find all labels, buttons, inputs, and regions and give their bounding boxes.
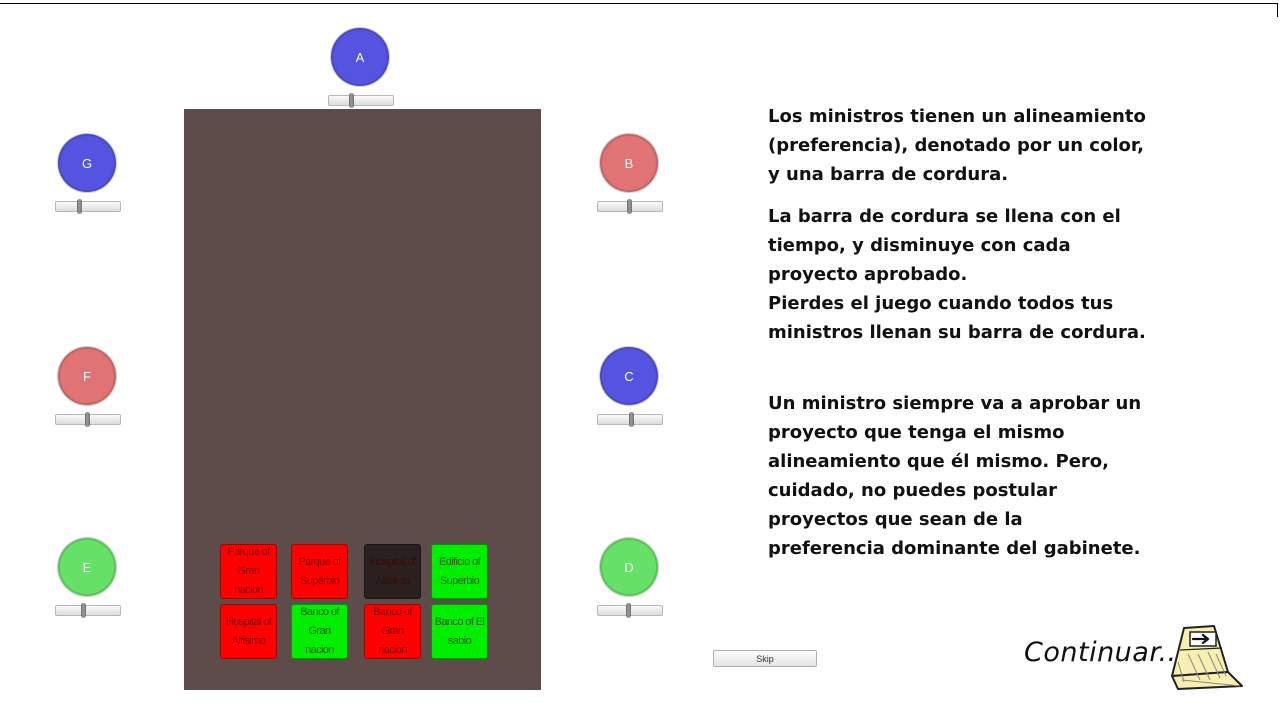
sanity-bar[interactable] — [328, 93, 394, 108]
continue-label[interactable]: Continuar... — [1024, 637, 1186, 668]
minister-avatar[interactable]: G — [58, 134, 116, 192]
minister-e: E — [55, 538, 121, 628]
minister-d: D — [597, 538, 663, 628]
sanity-bar[interactable] — [597, 412, 663, 427]
sanity-bar[interactable] — [55, 199, 121, 214]
minister-g: G — [55, 134, 121, 224]
arrow-right-icon[interactable] — [1170, 620, 1246, 692]
sanity-bar-handle[interactable] — [629, 412, 635, 427]
minister-a: A — [328, 28, 394, 118]
project-card[interactable]: Banco of Gran nacion — [364, 604, 421, 659]
sanity-bar[interactable] — [597, 603, 663, 618]
minister-avatar[interactable]: F — [58, 347, 116, 405]
project-board: Parque of Gran nacion Parque of Superbio H… — [184, 109, 541, 690]
minister-avatar[interactable]: B — [600, 134, 658, 192]
instructions-alignment: Los ministros tienen un alineamiento (pr… — [768, 106, 1146, 185]
minister-avatar[interactable]: E — [58, 538, 116, 596]
minister-f: F — [55, 347, 121, 437]
sanity-bar-handle[interactable] — [80, 603, 86, 618]
project-card[interactable]: Banco of Gran nacion — [291, 604, 348, 659]
instructions-sanity: La barra de cordura se llena con el tiem… — [768, 206, 1146, 343]
sanity-bar[interactable] — [55, 603, 121, 618]
project-card[interactable]: Edificio of Superbio — [431, 544, 488, 599]
instructions-panel: Los ministros tienen un alineamiento (pr… — [768, 102, 1188, 563]
skip-button[interactable]: Skip — [713, 650, 817, 667]
sanity-bar-handle[interactable] — [349, 93, 355, 108]
minister-avatar[interactable]: A — [331, 28, 389, 86]
window-frame-top — [0, 3, 1277, 4]
minister-avatar[interactable]: D — [600, 538, 658, 596]
project-card[interactable]: Hospital of Altisimo — [220, 604, 277, 659]
minister-avatar[interactable]: C — [600, 347, 658, 405]
project-card[interactable]: Parque of Gran nacion — [220, 544, 277, 599]
project-card[interactable]: Banco of El sabio — [431, 604, 488, 659]
project-card[interactable]: Parque of Superbio — [291, 544, 348, 599]
minister-c: C — [597, 347, 663, 437]
project-card[interactable]: Hospital of Altisimo — [364, 544, 421, 599]
sanity-bar[interactable] — [597, 199, 663, 214]
sanity-bar-handle[interactable] — [84, 412, 90, 427]
sanity-bar-handle[interactable] — [626, 199, 632, 214]
instructions-approval: Un ministro siempre va a aprobar un proy… — [768, 393, 1142, 559]
window-frame-right — [1277, 3, 1278, 17]
sanity-bar-handle[interactable] — [77, 199, 83, 214]
minister-b: B — [597, 134, 663, 224]
sanity-bar-handle[interactable] — [626, 603, 632, 618]
sanity-bar[interactable] — [55, 412, 121, 427]
